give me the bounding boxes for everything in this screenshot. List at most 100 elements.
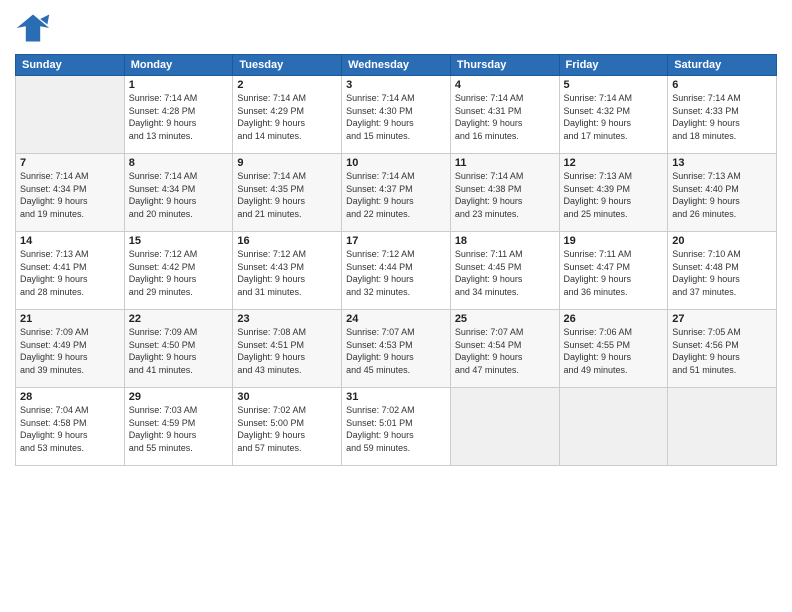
calendar-week-3: 21Sunrise: 7:09 AM Sunset: 4:49 PM Dayli… — [16, 310, 777, 388]
day-info: Sunrise: 7:13 AM Sunset: 4:39 PM Dayligh… — [564, 170, 664, 220]
calendar-cell: 14Sunrise: 7:13 AM Sunset: 4:41 PM Dayli… — [16, 232, 125, 310]
day-number: 6 — [672, 79, 772, 91]
day-number: 20 — [672, 235, 772, 247]
calendar-cell: 3Sunrise: 7:14 AM Sunset: 4:30 PM Daylig… — [342, 76, 451, 154]
day-number: 26 — [564, 313, 664, 325]
calendar-cell: 30Sunrise: 7:02 AM Sunset: 5:00 PM Dayli… — [233, 388, 342, 466]
calendar-cell: 29Sunrise: 7:03 AM Sunset: 4:59 PM Dayli… — [124, 388, 233, 466]
day-info: Sunrise: 7:06 AM Sunset: 4:55 PM Dayligh… — [564, 326, 664, 376]
day-number: 19 — [564, 235, 664, 247]
calendar-body: 1Sunrise: 7:14 AM Sunset: 4:28 PM Daylig… — [16, 76, 777, 466]
calendar-cell: 25Sunrise: 7:07 AM Sunset: 4:54 PM Dayli… — [450, 310, 559, 388]
calendar-cell: 10Sunrise: 7:14 AM Sunset: 4:37 PM Dayli… — [342, 154, 451, 232]
calendar-cell: 16Sunrise: 7:12 AM Sunset: 4:43 PM Dayli… — [233, 232, 342, 310]
calendar-cell: 12Sunrise: 7:13 AM Sunset: 4:39 PM Dayli… — [559, 154, 668, 232]
day-info: Sunrise: 7:11 AM Sunset: 4:47 PM Dayligh… — [564, 248, 664, 298]
calendar-cell: 4Sunrise: 7:14 AM Sunset: 4:31 PM Daylig… — [450, 76, 559, 154]
day-info: Sunrise: 7:11 AM Sunset: 4:45 PM Dayligh… — [455, 248, 555, 298]
day-info: Sunrise: 7:04 AM Sunset: 4:58 PM Dayligh… — [20, 404, 120, 454]
calendar-cell: 8Sunrise: 7:14 AM Sunset: 4:34 PM Daylig… — [124, 154, 233, 232]
calendar-cell: 27Sunrise: 7:05 AM Sunset: 4:56 PM Dayli… — [668, 310, 777, 388]
day-number: 1 — [129, 79, 229, 91]
day-info: Sunrise: 7:09 AM Sunset: 4:50 PM Dayligh… — [129, 326, 229, 376]
calendar-cell — [16, 76, 125, 154]
day-number: 25 — [455, 313, 555, 325]
day-number: 4 — [455, 79, 555, 91]
day-info: Sunrise: 7:14 AM Sunset: 4:28 PM Dayligh… — [129, 92, 229, 142]
day-number: 11 — [455, 157, 555, 169]
calendar-cell: 6Sunrise: 7:14 AM Sunset: 4:33 PM Daylig… — [668, 76, 777, 154]
day-number: 22 — [129, 313, 229, 325]
day-number: 10 — [346, 157, 446, 169]
logo — [15, 10, 51, 46]
header — [15, 10, 777, 46]
day-info: Sunrise: 7:14 AM Sunset: 4:34 PM Dayligh… — [129, 170, 229, 220]
calendar-week-2: 14Sunrise: 7:13 AM Sunset: 4:41 PM Dayli… — [16, 232, 777, 310]
calendar-week-0: 1Sunrise: 7:14 AM Sunset: 4:28 PM Daylig… — [16, 76, 777, 154]
day-number: 21 — [20, 313, 120, 325]
day-number: 23 — [237, 313, 337, 325]
day-info: Sunrise: 7:08 AM Sunset: 4:51 PM Dayligh… — [237, 326, 337, 376]
calendar-cell: 5Sunrise: 7:14 AM Sunset: 4:32 PM Daylig… — [559, 76, 668, 154]
day-info: Sunrise: 7:14 AM Sunset: 4:37 PM Dayligh… — [346, 170, 446, 220]
calendar-cell: 26Sunrise: 7:06 AM Sunset: 4:55 PM Dayli… — [559, 310, 668, 388]
calendar-cell: 9Sunrise: 7:14 AM Sunset: 4:35 PM Daylig… — [233, 154, 342, 232]
calendar-cell: 31Sunrise: 7:02 AM Sunset: 5:01 PM Dayli… — [342, 388, 451, 466]
day-number: 27 — [672, 313, 772, 325]
day-number: 14 — [20, 235, 120, 247]
calendar-cell: 22Sunrise: 7:09 AM Sunset: 4:50 PM Dayli… — [124, 310, 233, 388]
calendar-cell: 15Sunrise: 7:12 AM Sunset: 4:42 PM Dayli… — [124, 232, 233, 310]
day-info: Sunrise: 7:13 AM Sunset: 4:40 PM Dayligh… — [672, 170, 772, 220]
day-info: Sunrise: 7:12 AM Sunset: 4:43 PM Dayligh… — [237, 248, 337, 298]
day-info: Sunrise: 7:02 AM Sunset: 5:00 PM Dayligh… — [237, 404, 337, 454]
calendar-week-4: 28Sunrise: 7:04 AM Sunset: 4:58 PM Dayli… — [16, 388, 777, 466]
weekday-header-monday: Monday — [124, 55, 233, 76]
day-number: 31 — [346, 391, 446, 403]
day-number: 13 — [672, 157, 772, 169]
calendar-cell: 21Sunrise: 7:09 AM Sunset: 4:49 PM Dayli… — [16, 310, 125, 388]
calendar-week-1: 7Sunrise: 7:14 AM Sunset: 4:34 PM Daylig… — [16, 154, 777, 232]
day-number: 18 — [455, 235, 555, 247]
day-number: 2 — [237, 79, 337, 91]
day-number: 15 — [129, 235, 229, 247]
day-number: 24 — [346, 313, 446, 325]
calendar-cell: 1Sunrise: 7:14 AM Sunset: 4:28 PM Daylig… — [124, 76, 233, 154]
day-info: Sunrise: 7:05 AM Sunset: 4:56 PM Dayligh… — [672, 326, 772, 376]
calendar-cell: 19Sunrise: 7:11 AM Sunset: 4:47 PM Dayli… — [559, 232, 668, 310]
calendar-cell: 13Sunrise: 7:13 AM Sunset: 4:40 PM Dayli… — [668, 154, 777, 232]
calendar-table: SundayMondayTuesdayWednesdayThursdayFrid… — [15, 54, 777, 466]
calendar-cell — [559, 388, 668, 466]
page: SundayMondayTuesdayWednesdayThursdayFrid… — [0, 0, 792, 612]
day-info: Sunrise: 7:13 AM Sunset: 4:41 PM Dayligh… — [20, 248, 120, 298]
day-info: Sunrise: 7:02 AM Sunset: 5:01 PM Dayligh… — [346, 404, 446, 454]
day-number: 3 — [346, 79, 446, 91]
calendar-cell: 2Sunrise: 7:14 AM Sunset: 4:29 PM Daylig… — [233, 76, 342, 154]
day-number: 7 — [20, 157, 120, 169]
weekday-header-row: SundayMondayTuesdayWednesdayThursdayFrid… — [16, 55, 777, 76]
day-info: Sunrise: 7:10 AM Sunset: 4:48 PM Dayligh… — [672, 248, 772, 298]
day-info: Sunrise: 7:14 AM Sunset: 4:33 PM Dayligh… — [672, 92, 772, 142]
weekday-header-friday: Friday — [559, 55, 668, 76]
weekday-header-saturday: Saturday — [668, 55, 777, 76]
calendar-cell: 20Sunrise: 7:10 AM Sunset: 4:48 PM Dayli… — [668, 232, 777, 310]
calendar-cell: 18Sunrise: 7:11 AM Sunset: 4:45 PM Dayli… — [450, 232, 559, 310]
day-info: Sunrise: 7:07 AM Sunset: 4:53 PM Dayligh… — [346, 326, 446, 376]
calendar-cell — [668, 388, 777, 466]
calendar-cell: 17Sunrise: 7:12 AM Sunset: 4:44 PM Dayli… — [342, 232, 451, 310]
day-number: 29 — [129, 391, 229, 403]
day-number: 30 — [237, 391, 337, 403]
weekday-header-thursday: Thursday — [450, 55, 559, 76]
day-number: 12 — [564, 157, 664, 169]
day-info: Sunrise: 7:14 AM Sunset: 4:31 PM Dayligh… — [455, 92, 555, 142]
day-number: 28 — [20, 391, 120, 403]
day-info: Sunrise: 7:07 AM Sunset: 4:54 PM Dayligh… — [455, 326, 555, 376]
day-info: Sunrise: 7:12 AM Sunset: 4:44 PM Dayligh… — [346, 248, 446, 298]
day-number: 17 — [346, 235, 446, 247]
day-number: 8 — [129, 157, 229, 169]
day-info: Sunrise: 7:14 AM Sunset: 4:34 PM Dayligh… — [20, 170, 120, 220]
day-number: 9 — [237, 157, 337, 169]
calendar-cell: 23Sunrise: 7:08 AM Sunset: 4:51 PM Dayli… — [233, 310, 342, 388]
calendar-cell: 24Sunrise: 7:07 AM Sunset: 4:53 PM Dayli… — [342, 310, 451, 388]
calendar-cell: 28Sunrise: 7:04 AM Sunset: 4:58 PM Dayli… — [16, 388, 125, 466]
calendar-cell: 11Sunrise: 7:14 AM Sunset: 4:38 PM Dayli… — [450, 154, 559, 232]
